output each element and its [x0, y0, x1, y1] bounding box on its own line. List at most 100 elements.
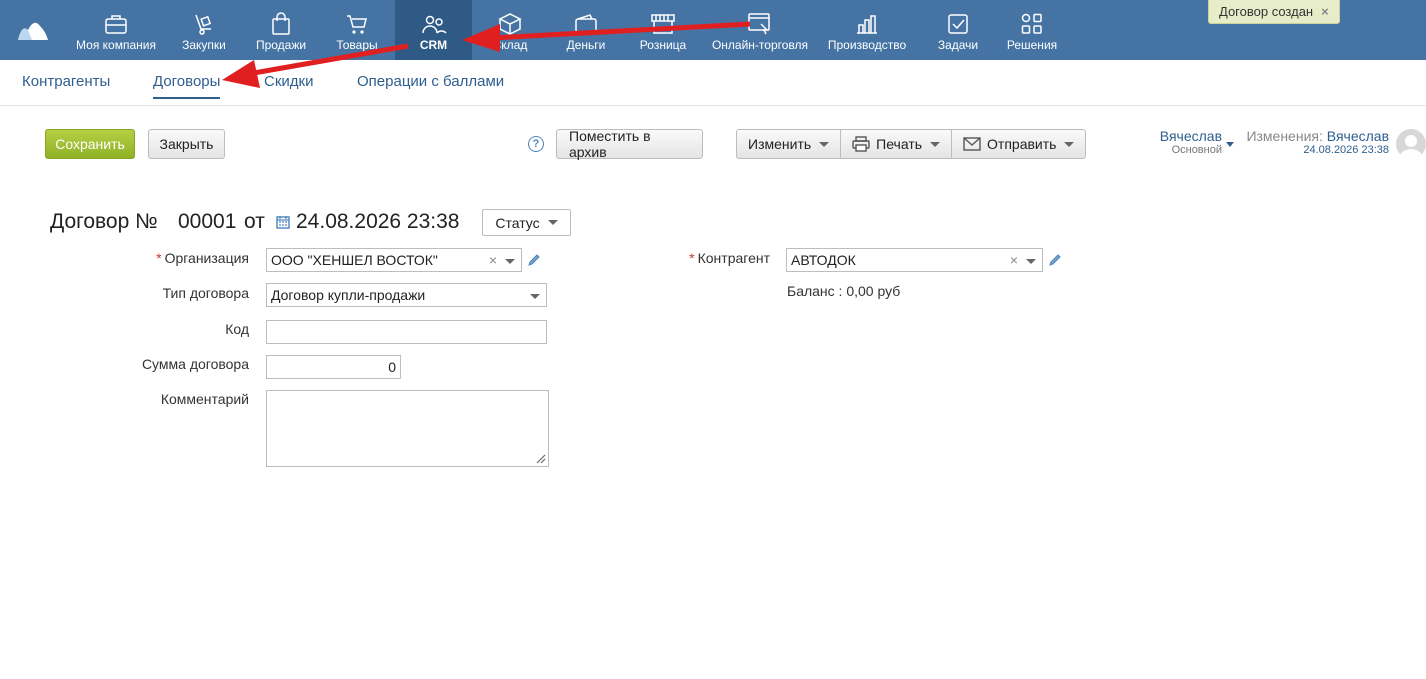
bar-chart-icon: [857, 15, 877, 34]
comment-label: Комментарий: [160, 391, 249, 407]
organization-label-text: Организация: [164, 250, 249, 266]
cart-dolly-icon: [195, 14, 212, 35]
page-title: Договор №: [50, 210, 158, 233]
tab-points-operations[interactable]: Операции с баллами: [357, 73, 504, 90]
nav-label: Товары: [336, 38, 378, 52]
calendar-icon[interactable]: [276, 215, 290, 229]
nav-label: Решения: [1006, 38, 1058, 52]
amount-label: Сумма договора: [141, 356, 249, 372]
contract-type-value: Договор купли-продажи: [271, 287, 426, 303]
date-from-label: от: [244, 210, 265, 233]
nav-solutions[interactable]: Решения: [1002, 0, 1062, 60]
nav-label: Производство: [827, 38, 907, 52]
nav-label: Закупки: [182, 38, 226, 52]
shopping-bag-icon: [272, 12, 290, 35]
contract-number[interactable]: 00001: [178, 210, 236, 234]
chevron-down-icon: [547, 220, 558, 225]
toast-close-icon[interactable]: ×: [1321, 4, 1329, 19]
nav-label: Розница: [639, 38, 687, 52]
changes-date: 24.08.2026 23:38: [1303, 144, 1389, 156]
status-button[interactable]: Статус: [482, 209, 571, 236]
envelope-icon: [963, 137, 981, 151]
nav-crm[interactable]: CRM: [395, 0, 472, 60]
tab-counterparties[interactable]: Контрагенты: [22, 73, 110, 90]
close-button[interactable]: Закрыть: [148, 129, 225, 159]
nav-my-company[interactable]: Моя компания: [70, 0, 162, 60]
contract-date[interactable]: 24.08.2026 23:38: [296, 210, 460, 234]
chevron-down-icon[interactable]: [1226, 142, 1234, 147]
nav-production[interactable]: Производство: [824, 0, 910, 60]
nav-warehouse[interactable]: Склад: [488, 0, 532, 60]
status-label: Статус: [495, 214, 540, 231]
contract-type-select[interactable]: Договор купли-продажи: [266, 283, 547, 307]
send-button[interactable]: Отправить: [952, 129, 1087, 159]
user-avatar-icon: [1399, 135, 1423, 159]
nav-label: Склад: [492, 38, 528, 52]
code-input[interactable]: [266, 320, 547, 344]
chevron-down-icon: [1064, 141, 1075, 147]
logo-icon[interactable]: [16, 14, 50, 42]
tab-contracts[interactable]: Договоры: [153, 73, 221, 99]
toast-text: Договор создан: [1219, 4, 1314, 19]
archive-button[interactable]: Поместить в архив: [556, 128, 703, 160]
nav-label: Деньги: [566, 38, 606, 52]
edit-pencil-icon[interactable]: [1048, 253, 1062, 267]
clear-icon[interactable]: ×: [489, 252, 497, 268]
online-store-icon: [748, 13, 770, 35]
organization-field[interactable]: ООО "ХЕНШЕЛ ВОСТОК" ×: [266, 248, 522, 272]
print-button[interactable]: Печать: [841, 129, 953, 159]
printer-icon: [852, 136, 870, 152]
chevron-down-icon[interactable]: [530, 294, 540, 299]
nav-label: Онлайн-торговля: [711, 38, 809, 52]
changes-author[interactable]: Вячеслав: [1327, 128, 1389, 144]
help-icon[interactable]: ?: [528, 136, 544, 152]
owner-selector[interactable]: Вячеслав Основной: [1150, 128, 1222, 156]
nav-online-trade[interactable]: Онлайн-торговля: [708, 0, 812, 60]
nav-label: Продажи: [255, 38, 307, 52]
chevron-down-icon[interactable]: [505, 259, 515, 264]
chevron-down-icon: [930, 141, 941, 147]
nav-label: CRM: [419, 38, 448, 52]
nav-money[interactable]: Деньги: [562, 0, 610, 60]
amount-input[interactable]: 0: [266, 355, 401, 379]
save-button[interactable]: Сохранить: [45, 129, 135, 159]
apps-grid-icon: [1021, 13, 1042, 34]
action-button-group: Изменить Печать Отправить: [736, 129, 1087, 159]
organization-label: * Организация: [156, 250, 249, 266]
balance-text: Баланс : 0,00 руб: [787, 283, 901, 299]
edit-pencil-icon[interactable]: [527, 253, 541, 267]
wallet-icon: [575, 14, 597, 33]
changes-info: Изменения: Вячеслав 24.08.2026 23:38: [1240, 128, 1389, 156]
toast-notification: Договор создан ×: [1208, 0, 1340, 24]
owner-role: Основной: [1171, 144, 1222, 156]
owner-name: Вячеслав: [1159, 128, 1222, 144]
nav-goods[interactable]: Товары: [330, 0, 384, 60]
counterparty-label-text: Контрагент: [697, 250, 770, 266]
store-icon: [651, 14, 675, 34]
checkbox-icon: [948, 14, 968, 34]
contract-type-label: Тип договора: [162, 285, 249, 301]
counterparty-value: АВТОДОК: [791, 252, 856, 268]
chevron-down-icon: [819, 141, 830, 147]
counterparty-label: * Контрагент: [689, 250, 770, 266]
organization-value: ООО "ХЕНШЕЛ ВОСТОК": [271, 252, 438, 268]
nav-tasks[interactable]: Задачи: [932, 0, 984, 60]
tab-discounts[interactable]: Скидки: [264, 73, 313, 90]
changes-label: Изменения:: [1246, 128, 1323, 144]
print-label: Печать: [876, 136, 923, 152]
users-icon: [421, 15, 447, 34]
briefcase-icon: [105, 15, 127, 34]
nav-sales[interactable]: Продажи: [250, 0, 312, 60]
nav-label: Моя компания: [76, 38, 156, 52]
nav-retail[interactable]: Розница: [636, 0, 690, 60]
comment-textarea[interactable]: [266, 390, 549, 467]
avatar: [1396, 129, 1426, 159]
clear-icon[interactable]: ×: [1010, 252, 1018, 268]
chevron-down-icon[interactable]: [1026, 259, 1036, 264]
nav-purchases[interactable]: Закупки: [176, 0, 232, 60]
edit-label: Изменить: [748, 136, 812, 152]
resize-handle-icon[interactable]: [536, 454, 546, 464]
counterparty-field[interactable]: АВТОДОК ×: [786, 248, 1043, 272]
code-label: Код: [225, 321, 249, 337]
edit-button[interactable]: Изменить: [736, 129, 842, 159]
